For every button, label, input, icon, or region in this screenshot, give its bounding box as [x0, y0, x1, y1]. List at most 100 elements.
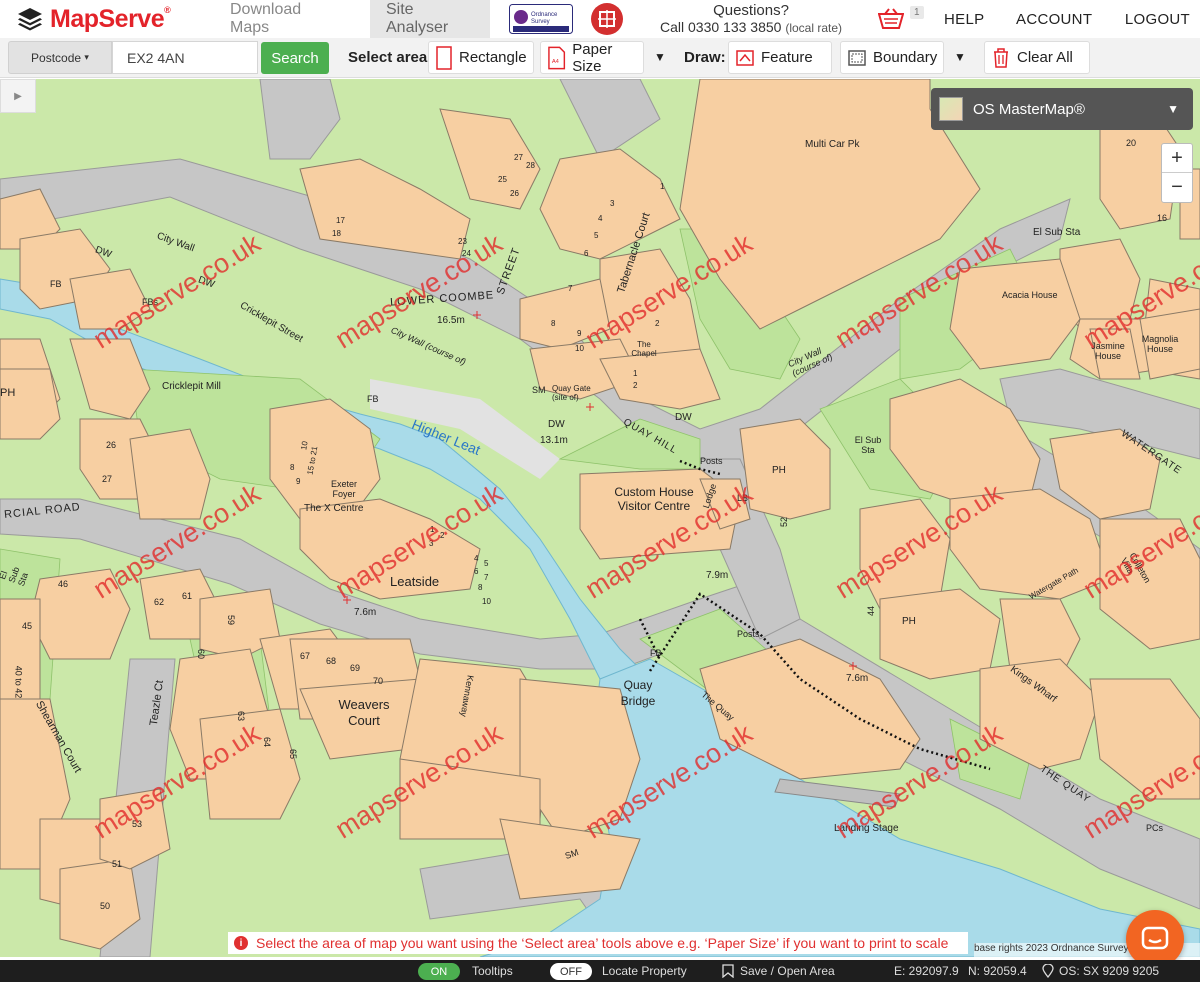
ordnance-survey-logo: Ordnance Survey — [509, 4, 573, 34]
search-type-dropdown[interactable]: Postcode ▾ — [8, 41, 112, 74]
sidebar-toggle[interactable]: ▶ — [0, 79, 36, 113]
layer-label: OS MasterMap® — [973, 100, 1085, 118]
select-area-label: Select area: — [348, 49, 433, 66]
draw-label: Draw: — [684, 49, 726, 66]
chevron-down-icon: ▼ — [1167, 102, 1179, 116]
os-grid-ref: OS: SX 9209 9205 — [1042, 964, 1159, 978]
map-layer-dropdown[interactable]: OS MasterMap® ▼ — [931, 88, 1193, 130]
basket-count: 1 — [910, 6, 924, 19]
label-height-7-6b: 7.6m — [846, 673, 869, 684]
brand-name: MapServe® — [50, 4, 171, 33]
save-open-area-button[interactable]: Save / Open Area — [722, 964, 835, 978]
building-number: 8 — [478, 583, 483, 592]
label-fb-1: FB — [50, 279, 62, 289]
northing-readout: N: 92059.4 — [968, 964, 1027, 978]
clear-all-button[interactable]: Clear All — [984, 41, 1090, 74]
bookmark-icon — [722, 964, 734, 978]
zoom-control: + − — [1161, 143, 1193, 203]
tab-download-maps[interactable]: Download Maps — [214, 0, 360, 38]
label-fb-3: FB — [650, 648, 662, 658]
contact-info: Questions? Call 0330 133 3850 (local rat… — [660, 2, 842, 37]
paper-size-button[interactable]: A4 Paper Size — [540, 41, 644, 75]
building-number: 68 — [326, 656, 337, 666]
chat-icon — [1141, 926, 1169, 950]
status-footer: ON Tooltips OFF Locate Property Save / O… — [0, 960, 1200, 982]
building-number: 60 — [196, 648, 207, 660]
svg-text:Survey: Survey — [531, 19, 550, 25]
building-number: 17 — [336, 216, 345, 225]
feature-icon — [736, 49, 754, 66]
map-toolbar: Postcode ▾ Search Select area: Rectangle… — [0, 38, 1200, 78]
building-number: 7 — [484, 573, 489, 582]
rectangle-icon — [436, 45, 452, 70]
info-icon: i — [234, 936, 248, 950]
label-sm-1: SM — [532, 385, 546, 395]
label-height-7-9: 7.9m — [706, 570, 729, 581]
building-number: 1 — [660, 182, 665, 191]
paper-size-icon: A4 — [548, 46, 566, 69]
rectangle-button[interactable]: Rectangle — [428, 41, 534, 74]
label-quay-bridge: Quay Bridge — [620, 678, 656, 708]
hint-text: Select the area of map you want using th… — [256, 935, 949, 951]
boundary-caret-icon[interactable]: ▼ — [954, 50, 966, 64]
tooltips-label: Tooltips — [472, 964, 513, 978]
label-ph-mid: PH — [772, 465, 786, 476]
caret-down-icon: ▾ — [84, 52, 89, 62]
building-number: 69 — [350, 663, 361, 673]
menu-account[interactable]: ACCOUNT — [1016, 11, 1110, 28]
building-number: 26 — [106, 440, 117, 450]
svg-text:Ordnance: Ordnance — [531, 12, 558, 18]
building-number: 3 — [610, 199, 615, 208]
paper-size-caret-icon[interactable]: ▼ — [654, 50, 666, 64]
label-height-13-1: 13.1m — [540, 435, 568, 446]
label-acacia-house: Acacia House — [1002, 290, 1058, 300]
feature-button[interactable]: Feature — [728, 41, 832, 74]
menu-help[interactable]: HELP — [944, 11, 1016, 28]
building-number: 9 — [296, 477, 301, 486]
building-number: 5 — [594, 231, 599, 240]
building-number: 2 — [655, 319, 660, 328]
building-number: 7 — [568, 284, 573, 293]
zoom-in-button[interactable]: + — [1162, 144, 1192, 173]
map-canvas[interactable]: Multi Car Pk El Sub Sta Acacia House Jas… — [0, 79, 1200, 957]
building-number: 28 — [526, 161, 535, 170]
brand-logo[interactable]: MapServe® — [0, 0, 214, 38]
search-button[interactable]: Search — [261, 42, 329, 74]
building-number: 18 — [332, 229, 341, 238]
building-number: 26 — [510, 189, 519, 198]
building-number: 4 — [474, 554, 479, 563]
building-number: 10 — [482, 597, 491, 606]
building-number: 61 — [182, 591, 193, 601]
basket-icon — [878, 8, 905, 29]
locate-property-toggle[interactable]: OFF — [550, 963, 592, 980]
tooltips-toggle[interactable]: ON — [418, 963, 460, 980]
building-number: 4 — [598, 214, 603, 223]
instruction-hint: i Select the area of map you want using … — [228, 932, 968, 954]
boundary-button[interactable]: Boundary — [840, 41, 944, 74]
label-custom-house: Custom House Visitor Centre — [614, 485, 694, 513]
location-pin-icon — [1042, 964, 1054, 978]
phone-number[interactable]: Call 0330 133 3850 (local rate) — [660, 19, 842, 37]
building-number: 16 — [1157, 213, 1168, 223]
building-number: 27 — [102, 474, 113, 484]
os-partner-badge: Ordnance Survey — [506, 3, 576, 35]
label-ph-left: PH — [0, 387, 16, 399]
easting-readout: E: 292097.9 — [894, 964, 959, 978]
label-ph-right: PH — [902, 616, 916, 627]
top-menu: HELP ACCOUNT LOGOUT — [944, 11, 1190, 28]
building-number: 63 — [236, 710, 247, 722]
tab-site-analyser[interactable]: Site Analyser — [370, 0, 490, 38]
layer-thumbnail — [939, 97, 963, 121]
building-number: 20 — [1126, 138, 1137, 148]
building-number: 62 — [154, 597, 165, 607]
label-el-sub-sta-mid: El Sub Sta — [854, 435, 882, 455]
postcode-input[interactable] — [112, 41, 258, 74]
building-number: 25 — [498, 175, 507, 184]
building-number: 70 — [373, 676, 384, 686]
top-nav: MapServe® Download Maps Site Analyser Or… — [0, 0, 1200, 38]
svg-text:A4: A4 — [552, 58, 560, 64]
basket-button[interactable]: 1 — [878, 2, 924, 36]
menu-logout[interactable]: LOGOUT — [1110, 11, 1190, 28]
zoom-out-button[interactable]: − — [1162, 173, 1192, 202]
label-weavers-court: Weavers Court — [338, 697, 390, 728]
